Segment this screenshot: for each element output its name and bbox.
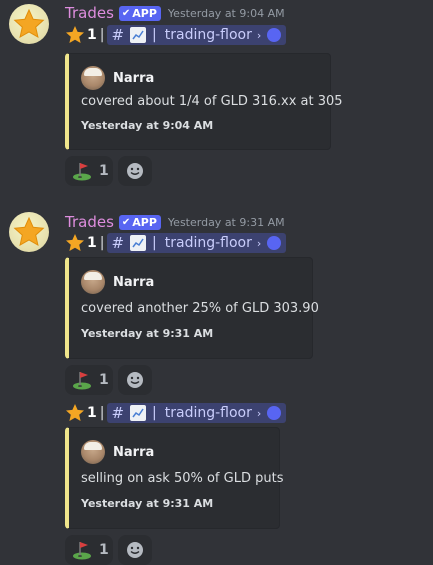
reaction-golf-flag[interactable]: 1 (65, 365, 113, 395)
embed: Narra covered another 25% of GLD 303.90 … (65, 257, 319, 359)
speech-bubble-icon (266, 405, 282, 421)
badge-label: APP (132, 6, 157, 20)
check-icon: ✔ (121, 7, 131, 19)
embed-author-name[interactable]: Narra (113, 71, 154, 86)
message-header: Trades ✔ APP Yesterday at 9:04 AM (65, 4, 285, 22)
forward-count: 1 (87, 405, 97, 421)
chevron-right-icon: › (256, 236, 262, 250)
star-icon (65, 233, 85, 253)
channel-name: trading-floor (164, 235, 252, 251)
chart-increasing-icon (130, 27, 147, 43)
channel-separator: | (152, 27, 157, 43)
star-avatar-icon (13, 216, 45, 246)
embed-description: selling on ask 50% of GLD puts (81, 471, 284, 486)
golf-flag-icon (73, 372, 91, 390)
channel-name: trading-floor (164, 27, 252, 43)
embed-author: Narra (81, 440, 154, 464)
embed-description: covered another 25% of GLD 303.90 (81, 301, 319, 316)
reaction-golf-flag[interactable]: 1 (65, 156, 113, 186)
hash-icon: # (111, 234, 125, 252)
author-avatar[interactable] (81, 270, 105, 294)
embed-author-name[interactable]: Narra (113, 275, 154, 290)
embed-author-name[interactable]: Narra (113, 445, 154, 460)
chart-increasing-icon (130, 405, 147, 421)
speech-bubble-icon (266, 27, 282, 43)
divider: | (99, 235, 105, 251)
forward-line: 1 | # | trading-floor › (65, 233, 287, 253)
forward-line: 1 | # | trading-floor › (65, 25, 287, 45)
username[interactable]: Trades (65, 4, 114, 22)
chevron-right-icon: › (256, 28, 262, 42)
embed-description: covered about 1/4 of GLD 316.xx at 305 (81, 94, 343, 109)
speech-bubble-icon (266, 235, 282, 251)
smiley-icon (127, 163, 143, 179)
star-avatar-icon (13, 8, 45, 38)
channel-mention[interactable]: # | trading-floor › (107, 403, 287, 423)
embed-footer: Yesterday at 9:04 AM (81, 119, 214, 132)
embed-author: Narra (81, 66, 154, 90)
bot-avatar[interactable] (9, 212, 49, 252)
reaction-count: 1 (99, 163, 109, 179)
forward-count: 1 (87, 27, 97, 43)
smiley-icon (127, 372, 143, 388)
app-badge: ✔ APP (118, 5, 161, 21)
embed: Narra selling on ask 50% of GLD puts Yes… (65, 427, 284, 529)
reaction-count: 1 (99, 372, 109, 388)
add-reaction-button[interactable] (118, 156, 152, 186)
message-timestamp[interactable]: Yesterday at 9:04 AM (168, 7, 285, 20)
author-avatar[interactable] (81, 66, 105, 90)
add-reaction-button[interactable] (118, 365, 152, 395)
check-icon: ✔ (121, 216, 131, 228)
bot-avatar[interactable] (9, 4, 49, 44)
divider: | (99, 27, 105, 43)
chevron-right-icon: › (256, 406, 262, 420)
username[interactable]: Trades (65, 213, 114, 231)
channel-mention[interactable]: # | trading-floor › (107, 25, 287, 45)
message-header: Trades ✔ APP Yesterday at 9:31 AM (65, 213, 285, 231)
channel-separator: | (152, 405, 157, 421)
hash-icon: # (111, 404, 125, 422)
author-avatar[interactable] (81, 440, 105, 464)
embed-author: Narra (81, 270, 154, 294)
reaction-count: 1 (99, 542, 109, 558)
forward-line: 1 | # | trading-floor › (65, 403, 287, 423)
message-timestamp[interactable]: Yesterday at 9:31 AM (168, 216, 285, 229)
golf-flag-icon (73, 163, 91, 181)
badge-label: APP (132, 215, 157, 229)
divider: | (99, 405, 105, 421)
channel-mention[interactable]: # | trading-floor › (107, 233, 287, 253)
channel-separator: | (152, 235, 157, 251)
forward-count: 1 (87, 235, 97, 251)
embed: Narra covered about 1/4 of GLD 316.xx at… (65, 53, 343, 150)
app-badge: ✔ APP (118, 214, 161, 230)
golf-flag-icon (73, 542, 91, 560)
chart-increasing-icon (130, 235, 147, 251)
embed-footer: Yesterday at 9:31 AM (81, 327, 214, 340)
embed-footer: Yesterday at 9:31 AM (81, 497, 214, 510)
smiley-icon (127, 542, 143, 558)
star-icon (65, 403, 85, 423)
star-icon (65, 25, 85, 45)
hash-icon: # (111, 26, 125, 44)
channel-name: trading-floor (164, 405, 252, 421)
